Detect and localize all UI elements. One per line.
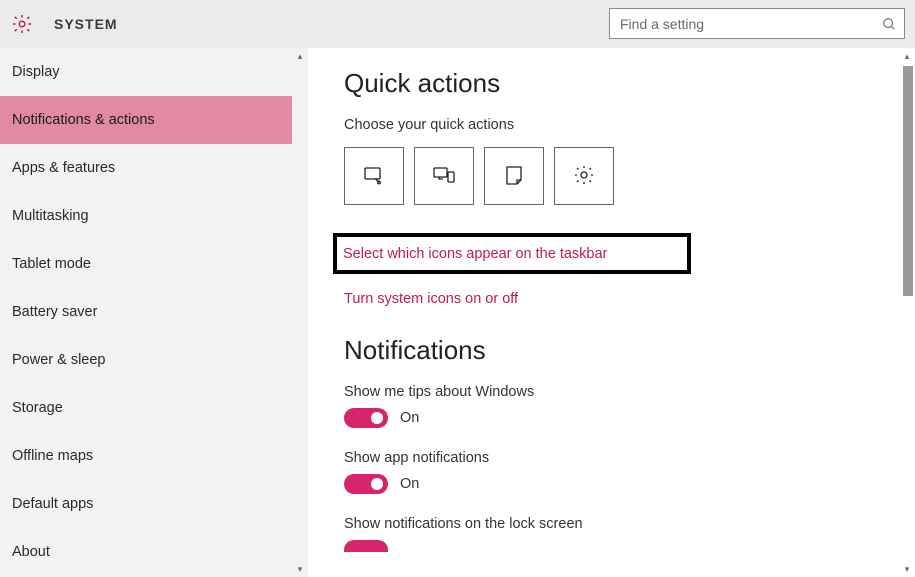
highlighted-link-box: Select which icons appear on the taskbar [333, 233, 691, 274]
toggle-switch-app-notifications[interactable] [344, 474, 388, 494]
search-icon [882, 17, 896, 31]
toggle-lock-screen: Show notifications on the lock screen [344, 516, 915, 552]
taskbar-icons-link[interactable]: Select which icons appear on the taskbar [343, 246, 607, 262]
system-icons-link[interactable]: Turn system icons on or off [344, 291, 518, 307]
sidebar-item-label: Power & sleep [12, 352, 106, 368]
page-title: SYSTEM [54, 16, 118, 32]
toggle-label: Show app notifications [344, 450, 915, 466]
sidebar-item-default-apps[interactable]: Default apps [0, 480, 308, 528]
scroll-up-icon[interactable]: ▴ [292, 48, 308, 64]
sidebar-item-label: Display [12, 64, 60, 80]
toggle-switch-tips[interactable] [344, 408, 388, 428]
sidebar: Display Notifications & actions Apps & f… [0, 48, 308, 577]
sidebar-item-storage[interactable]: Storage [0, 384, 308, 432]
sidebar-item-display[interactable]: Display [0, 48, 308, 96]
sidebar-item-power-sleep[interactable]: Power & sleep [0, 336, 308, 384]
header-bar: SYSTEM [0, 0, 915, 48]
tablet-touch-icon [362, 163, 386, 190]
scroll-down-icon[interactable]: ▾ [292, 561, 308, 577]
toggle-app-notifications: Show app notifications On [344, 450, 915, 494]
quick-tile-connect[interactable] [414, 147, 474, 205]
quick-action-tiles [344, 147, 915, 205]
toggle-state: On [400, 410, 419, 426]
sidebar-item-label: Notifications & actions [12, 112, 155, 128]
quick-tile-tablet-mode[interactable] [344, 147, 404, 205]
sidebar-item-label: Tablet mode [12, 256, 91, 272]
scroll-up-icon[interactable]: ▴ [899, 48, 915, 64]
gear-icon [8, 10, 36, 38]
sidebar-item-label: Default apps [12, 496, 93, 512]
quick-actions-subtext: Choose your quick actions [344, 117, 915, 133]
toggle-state: On [400, 476, 419, 492]
sidebar-item-label: About [12, 544, 50, 560]
search-input[interactable] [620, 16, 882, 32]
toggle-label: Show me tips about Windows [344, 384, 915, 400]
content-pane: Quick actions Choose your quick actions [308, 48, 915, 577]
sidebar-item-notifications-actions[interactable]: Notifications & actions [0, 96, 308, 144]
sidebar-item-label: Multitasking [12, 208, 89, 224]
sidebar-item-label: Apps & features [12, 160, 115, 176]
sidebar-item-apps-features[interactable]: Apps & features [0, 144, 308, 192]
toggle-label: Show notifications on the lock screen [344, 516, 915, 532]
sidebar-scrollbar[interactable]: ▴ ▾ [292, 48, 308, 577]
note-icon [502, 163, 526, 190]
toggle-tips: Show me tips about Windows On [344, 384, 915, 428]
sidebar-item-offline-maps[interactable]: Offline maps [0, 432, 308, 480]
quick-actions-heading: Quick actions [344, 68, 915, 99]
quick-tile-settings[interactable] [554, 147, 614, 205]
scrollbar-thumb[interactable] [903, 66, 913, 296]
quick-tile-note[interactable] [484, 147, 544, 205]
search-box[interactable] [609, 8, 905, 39]
settings-gear-icon [572, 163, 596, 190]
sidebar-item-battery-saver[interactable]: Battery saver [0, 288, 308, 336]
sidebar-item-label: Offline maps [12, 448, 93, 464]
sidebar-item-tablet-mode[interactable]: Tablet mode [0, 240, 308, 288]
scroll-down-icon[interactable]: ▾ [899, 561, 915, 577]
sidebar-item-label: Storage [12, 400, 63, 416]
connect-devices-icon [432, 163, 456, 190]
content-scrollbar[interactable]: ▴ ▾ [899, 48, 915, 577]
sidebar-item-label: Battery saver [12, 304, 97, 320]
toggle-switch-lock-screen[interactable] [344, 540, 388, 552]
notifications-heading: Notifications [344, 335, 915, 366]
sidebar-item-multitasking[interactable]: Multitasking [0, 192, 308, 240]
sidebar-item-about[interactable]: About [0, 528, 308, 576]
